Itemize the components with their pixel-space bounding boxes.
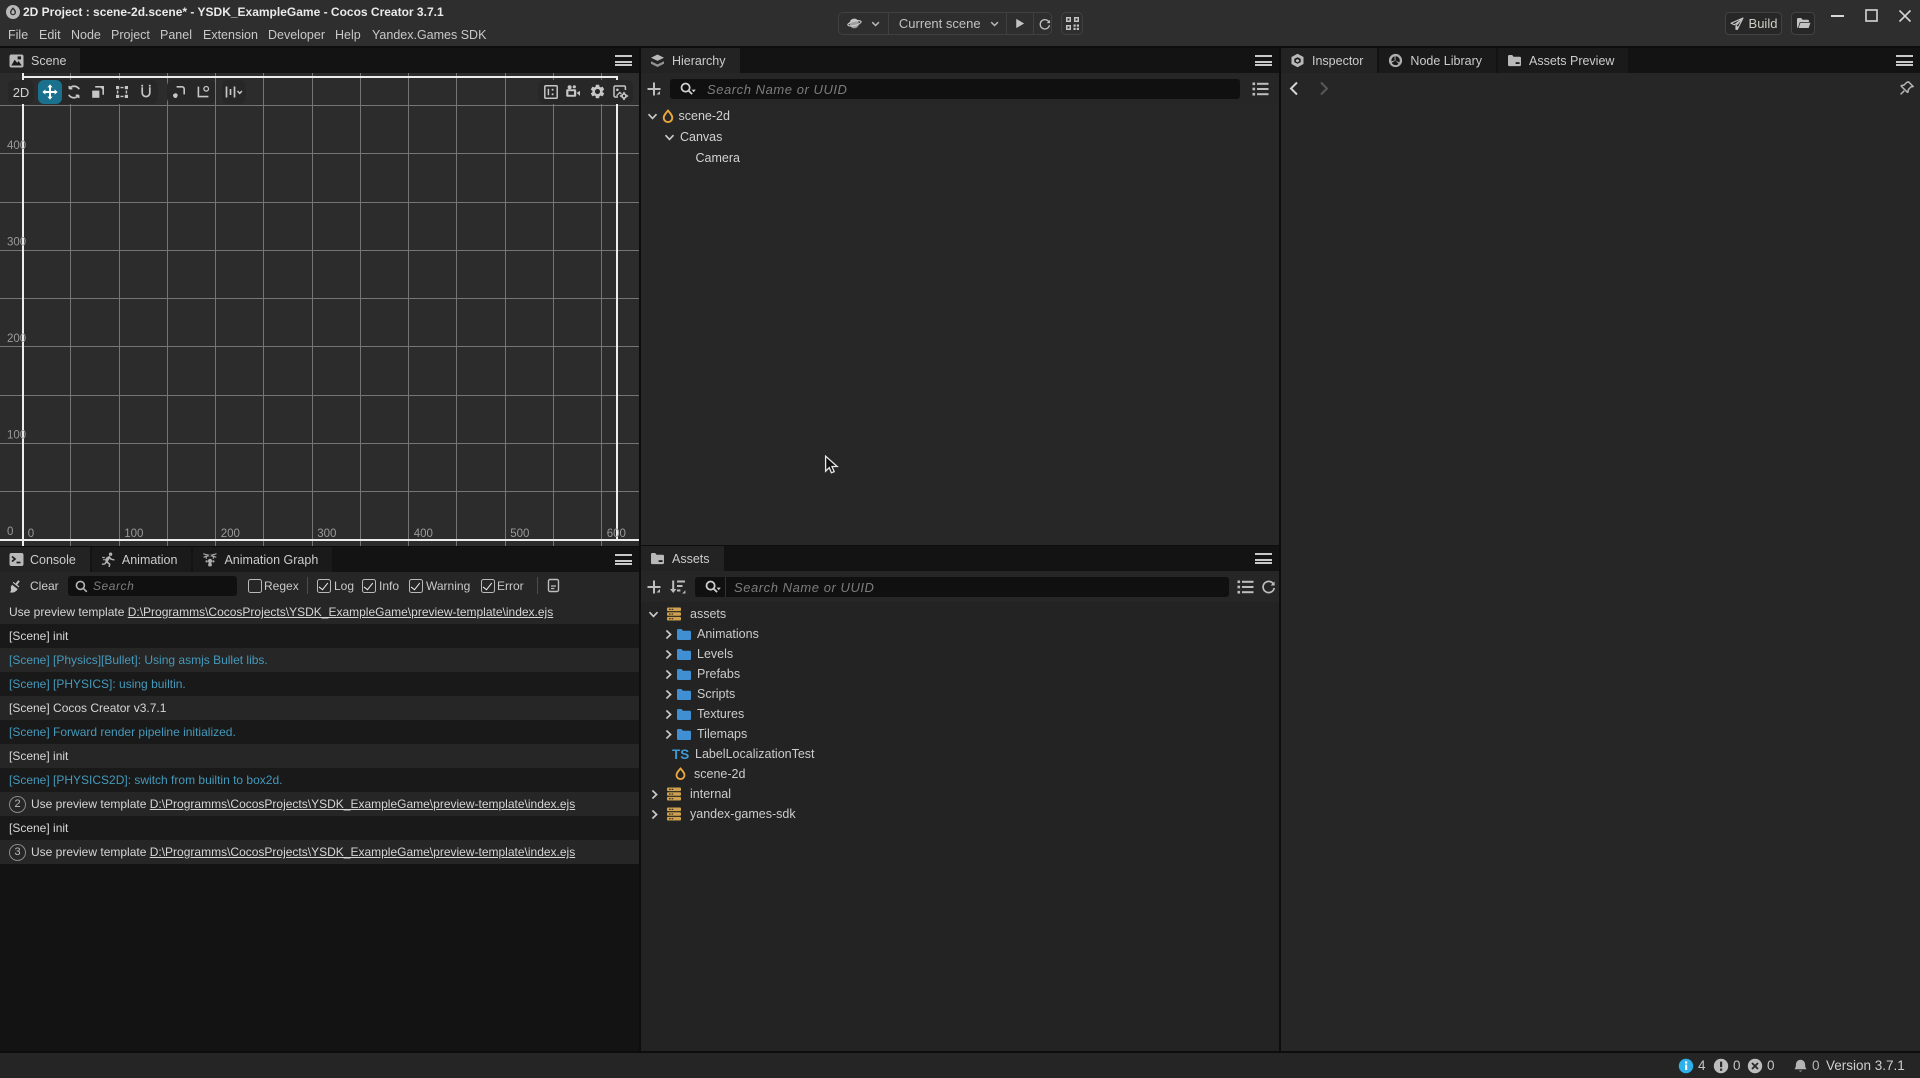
svg-text:100: 100 <box>7 429 26 441</box>
svg-text:100: 100 <box>124 528 143 540</box>
svg-text:0: 0 <box>28 528 34 540</box>
svg-text:300: 300 <box>7 236 26 248</box>
svg-text:200: 200 <box>221 528 240 540</box>
svg-text:400: 400 <box>7 140 26 152</box>
svg-text:400: 400 <box>414 528 433 540</box>
svg-text:200: 200 <box>7 333 26 345</box>
svg-text:300: 300 <box>317 528 336 540</box>
svg-text:500: 500 <box>510 528 529 540</box>
svg-text:0: 0 <box>7 526 13 538</box>
svg-text:600: 600 <box>607 528 626 540</box>
